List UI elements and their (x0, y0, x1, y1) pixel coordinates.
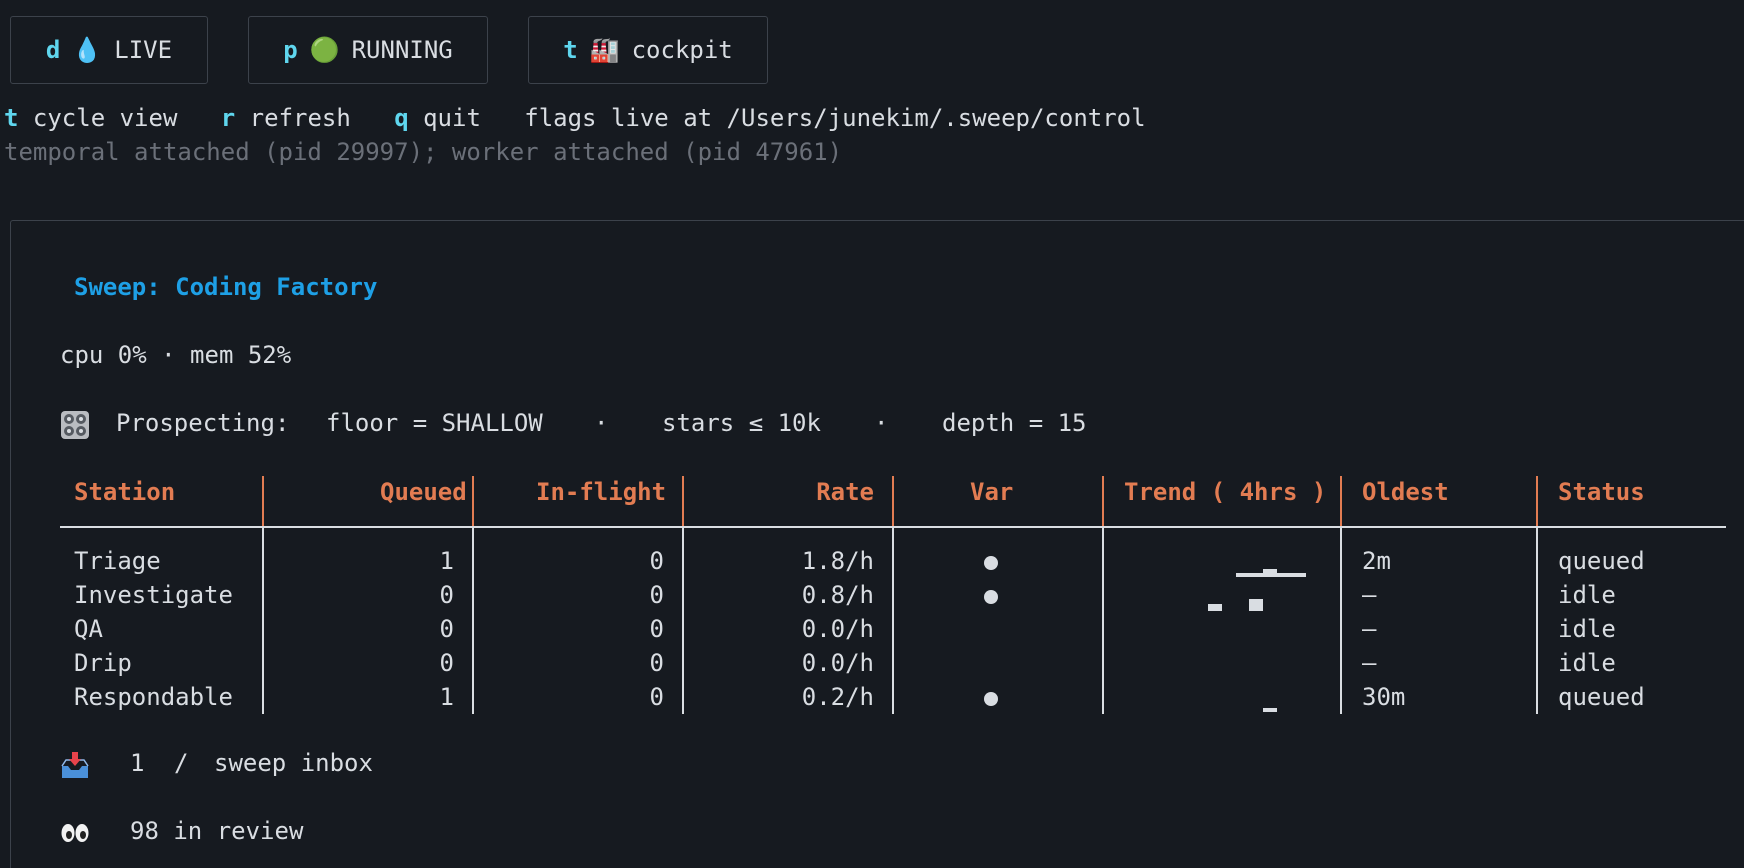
cell-oldest: – (1362, 615, 1377, 643)
column-divider (262, 526, 264, 714)
cell-inflight: 0 (649, 615, 664, 643)
col-header-station: Station (74, 478, 176, 506)
cell-rate: 0.2/h (801, 683, 874, 711)
cell-inflight: 0 (649, 683, 664, 711)
column-divider (1536, 476, 1538, 526)
droplet-icon: 💧 (72, 36, 103, 64)
cell-inflight: 0 (649, 649, 664, 677)
cell-rate: 0.8/h (801, 581, 874, 609)
col-header-rate: Rate (816, 478, 874, 506)
inbox-count: 1 (130, 749, 145, 777)
col-header-trend: Trend ( 4hrs ) (1124, 478, 1327, 506)
shortcut-key[interactable]: r (221, 104, 235, 132)
cell-status: idle (1558, 615, 1616, 643)
trend-sparkline-mark (1263, 708, 1277, 712)
button-key: p (283, 36, 298, 64)
col-header-queued: Queued (380, 478, 467, 506)
cell-status: idle (1558, 649, 1616, 677)
cell-status: idle (1558, 581, 1616, 609)
shortcut-label: cycle view (32, 104, 178, 132)
col-header-oldest: Oldest (1362, 478, 1449, 506)
cell-inflight: 0 (649, 547, 664, 575)
column-divider (262, 476, 264, 526)
live-toggle-button[interactable]: d 💧 LIVE (10, 16, 208, 84)
cell-queued: 0 (439, 581, 454, 609)
trend-sparkline-mark (1249, 599, 1263, 611)
cell-inflight: 0 (649, 581, 664, 609)
column-divider (682, 526, 684, 714)
button-key: t (563, 36, 578, 64)
column-divider (472, 476, 474, 526)
review-count: 98 in review (130, 817, 304, 845)
prospecting-stars: stars ≤ 10k (662, 409, 821, 437)
button-label: RUNNING (351, 36, 453, 64)
cell-station: Investigate (74, 581, 233, 609)
prospecting-floor: floor = SHALLOW (326, 409, 543, 437)
button-label: cockpit (631, 36, 733, 64)
column-divider (1340, 526, 1342, 714)
trend-sparkline-mark (1208, 604, 1222, 611)
cell-station: QA (74, 615, 103, 643)
running-toggle-button[interactable]: p 🟢 RUNNING (248, 16, 488, 84)
column-divider (892, 476, 894, 526)
shortcut-label: quit (423, 104, 481, 132)
column-divider (1102, 526, 1104, 714)
col-header-inflight: In-flight (536, 478, 667, 506)
cell-station: Triage (74, 547, 161, 575)
view-cycle-button[interactable]: t 🏭 cockpit (528, 16, 768, 84)
prospecting-separator: · (874, 409, 889, 437)
cell-queued: 0 (439, 615, 454, 643)
green-circle-icon: 🟢 (309, 36, 340, 64)
cell-oldest: – (1362, 649, 1377, 677)
cell-oldest: – (1362, 581, 1377, 609)
column-divider (1340, 476, 1342, 526)
variance-dot (984, 692, 998, 706)
attach-status: temporal attached (pid 29997); worker at… (4, 138, 843, 166)
cell-rate: 0.0/h (801, 615, 874, 643)
factory-icon: 🏭 (589, 36, 620, 64)
flags-path: flags live at /Users/junekim/.sweep/cont… (524, 104, 1146, 132)
resource-usage: cpu 0% · mem 52% (60, 341, 292, 369)
prospecting-depth: depth = 15 (942, 409, 1087, 437)
variance-dot (984, 556, 998, 570)
col-header-status: Status (1558, 478, 1645, 506)
control-knobs-icon (61, 411, 89, 439)
shortcut-label: refresh (249, 104, 351, 132)
shortcut-key[interactable]: q (394, 104, 408, 132)
inbox-separator: / (174, 749, 189, 777)
cell-station: Respondable (74, 683, 233, 711)
trend-sparkline-mark (1236, 573, 1306, 577)
cell-status: queued (1558, 547, 1645, 575)
prospecting-label: Prospecting: (116, 409, 290, 437)
cell-queued: 1 (439, 683, 454, 711)
button-label: LIVE (114, 36, 173, 64)
cell-status: queued (1558, 683, 1645, 711)
inbox-tray-icon (61, 752, 89, 778)
cell-oldest: 2m (1362, 547, 1391, 575)
cell-station: Drip (74, 649, 132, 677)
shortcut-bar: t cycle view r refresh q quit flags live… (4, 104, 1146, 132)
panel-title: Sweep: Coding Factory (74, 273, 378, 301)
column-divider (892, 526, 894, 714)
cell-rate: 0.0/h (801, 649, 874, 677)
column-divider (682, 476, 684, 526)
column-divider (1102, 476, 1104, 526)
button-key: d (45, 36, 61, 64)
inbox-label[interactable]: sweep inbox (214, 749, 373, 777)
column-divider (472, 526, 474, 714)
prospecting-separator: · (594, 409, 609, 437)
cell-queued: 0 (439, 649, 454, 677)
cell-queued: 1 (439, 547, 454, 575)
terminal-window: d 💧 LIVE p 🟢 RUNNING t 🏭 cockpit t cycle… (0, 0, 1744, 868)
variance-dot (984, 590, 998, 604)
eyes-icon (61, 824, 89, 842)
col-header-var: Var (970, 478, 1014, 506)
cell-oldest: 30m (1362, 683, 1406, 711)
shortcut-key[interactable]: t (4, 104, 18, 132)
cell-rate: 1.8/h (801, 547, 874, 575)
trend-sparkline-mark (1263, 569, 1277, 573)
column-divider (1536, 526, 1538, 714)
